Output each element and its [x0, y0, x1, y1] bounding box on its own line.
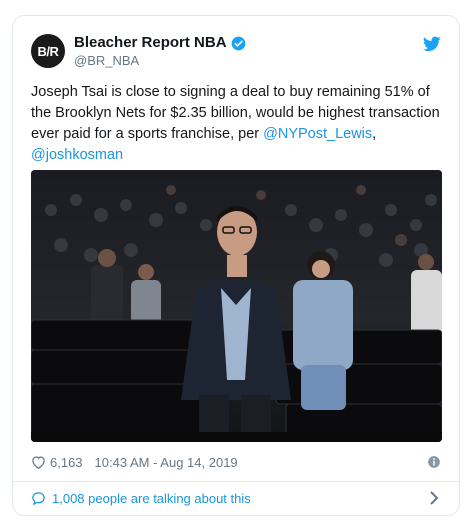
mention-nypost-lewis[interactable]: @NYPost_Lewis: [263, 126, 372, 142]
chevron-right-icon[interactable]: [429, 491, 439, 505]
handle[interactable]: @BR_NBA: [74, 52, 246, 70]
speech-bubble-icon: [32, 491, 45, 505]
like-count: 6,163: [50, 454, 83, 470]
tweet-photo[interactable]: [31, 170, 442, 442]
conversation-link[interactable]: 1,008 people are talking about this: [31, 487, 441, 509]
avatar[interactable]: B/R: [31, 34, 65, 68]
info-icon[interactable]: [427, 455, 441, 469]
timestamp[interactable]: 10:43 AM - Aug 14, 2019: [95, 455, 238, 470]
tweet-card: B/R Bleacher Report NBA @BR_NBA Joseph T…: [12, 15, 460, 516]
arena-photo: [31, 170, 442, 442]
tweet-text-part2: ,: [372, 126, 377, 142]
tweet-text-part1: Joseph Tsai is close to signing a deal t…: [31, 84, 440, 142]
tweet-header: B/R Bleacher Report NBA @BR_NBA: [31, 34, 441, 74]
mention-joshkosman[interactable]: @joshkosman: [31, 147, 123, 163]
tweet-meta: 6,163 10:43 AM - Aug 14, 2019: [31, 452, 441, 472]
divider: [13, 481, 459, 482]
account-names: Bleacher Report NBA @BR_NBA: [74, 34, 246, 70]
like-button[interactable]: 6,163: [31, 455, 83, 470]
talking-text[interactable]: 1,008 people are talking about this: [52, 491, 251, 506]
display-name-row[interactable]: Bleacher Report NBA: [74, 34, 246, 52]
tweet-text: Joseph Tsai is close to signing a deal t…: [31, 82, 441, 166]
twitter-bird-icon[interactable]: [423, 36, 441, 52]
heart-icon: [32, 456, 45, 469]
verified-badge-icon: [231, 36, 245, 50]
display-name[interactable]: Bleacher Report NBA: [74, 34, 227, 52]
